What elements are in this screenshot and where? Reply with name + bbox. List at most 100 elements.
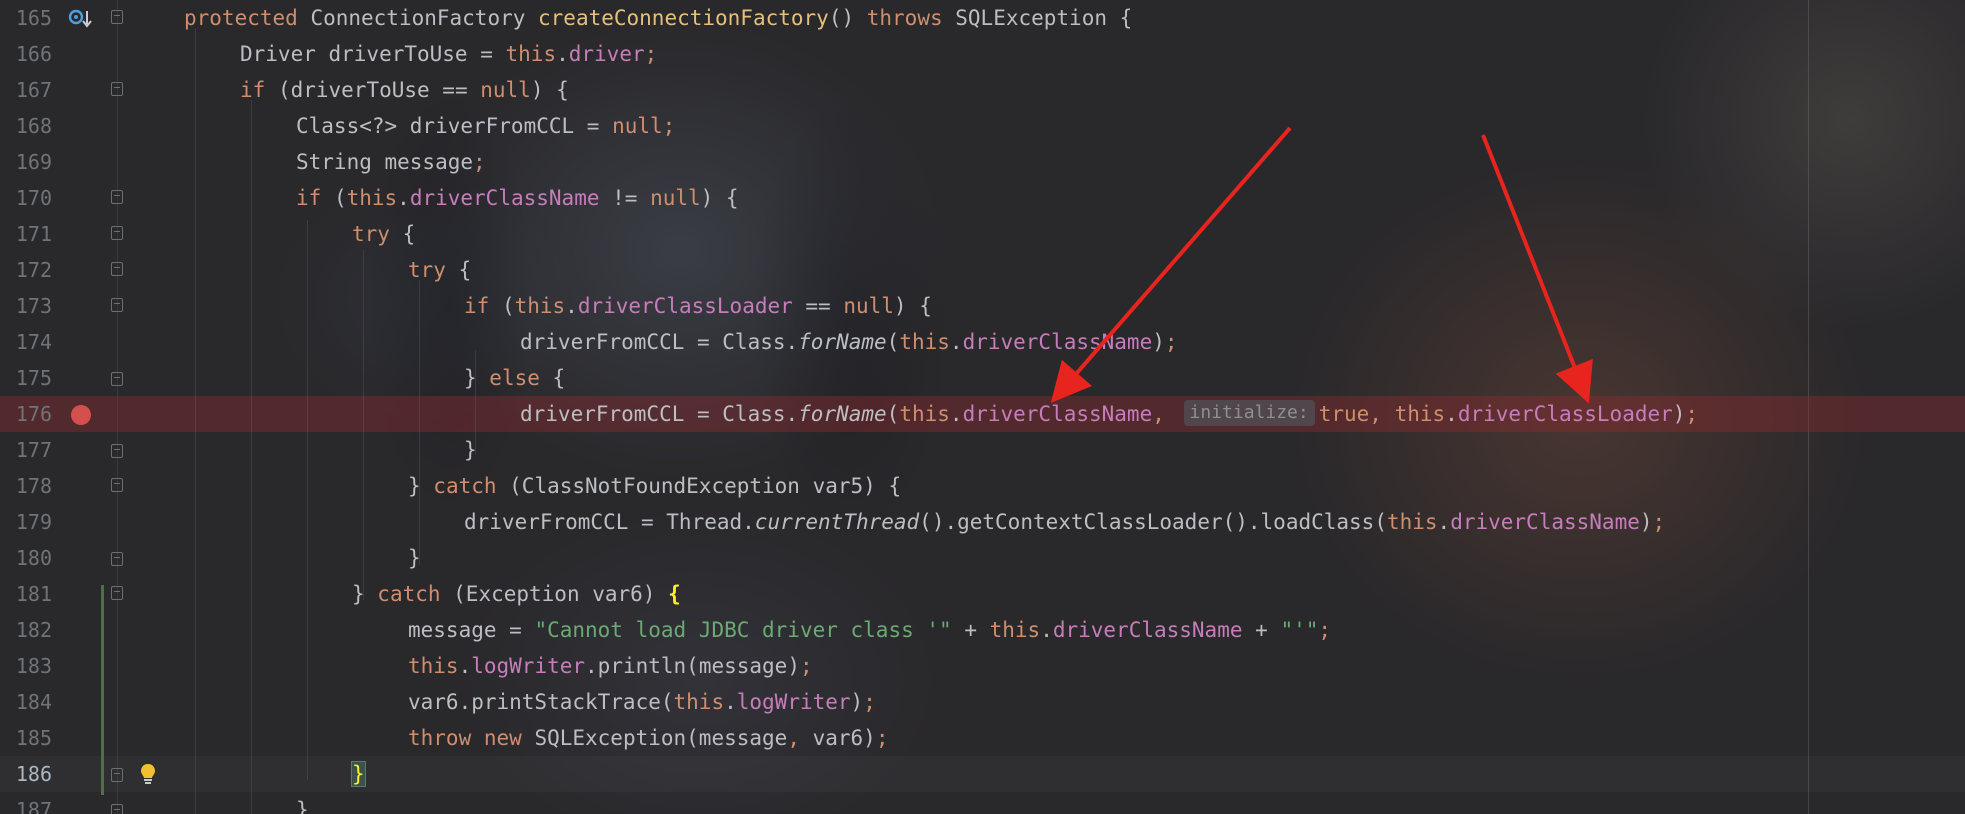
- code-line[interactable]: 170 if (this.driverClassName != null) {: [0, 180, 1965, 216]
- code-token: }: [296, 798, 309, 814]
- code-text[interactable]: Class<?> driverFromCCL = null;: [296, 108, 675, 144]
- line-number[interactable]: 166: [0, 36, 52, 72]
- fold-marker-icon[interactable]: [111, 552, 123, 566]
- code-text[interactable]: this.logWriter.println(message);: [408, 648, 813, 684]
- code-line[interactable]: 183 this.logWriter.println(message);: [0, 648, 1965, 684]
- fold-marker-icon[interactable]: [111, 262, 123, 276]
- code-line[interactable]: 173 if (this.driverClassLoader == null) {: [0, 288, 1965, 324]
- line-number[interactable]: 172: [0, 252, 52, 288]
- breakpoint-icon[interactable]: [71, 405, 91, 425]
- code-line[interactable]: 177}: [0, 432, 1965, 468]
- code-line[interactable]: 179 driverFromCCL = Thread.currentThread(…: [0, 504, 1965, 540]
- code-line[interactable]: 187}: [0, 792, 1965, 814]
- line-number[interactable]: 176: [0, 396, 52, 432]
- code-token: try: [408, 258, 459, 282]
- code-line[interactable]: 165 protected ConnectionFactory createCon…: [0, 0, 1965, 36]
- vcs-change-marker[interactable]: [101, 585, 104, 795]
- code-text[interactable]: } catch (ClassNotFoundException var5) {: [408, 468, 901, 504]
- line-number[interactable]: 182: [0, 612, 52, 648]
- code-token: try: [352, 222, 403, 246]
- line-number[interactable]: 174: [0, 324, 52, 360]
- code-token: ;: [1652, 510, 1666, 534]
- code-line[interactable]: 172 try {: [0, 252, 1965, 288]
- fold-marker-icon[interactable]: [111, 10, 123, 24]
- code-text[interactable]: driverFromCCL = Class.forName(this.drive…: [520, 396, 1698, 432]
- code-line[interactable]: 186}: [0, 756, 1965, 792]
- code-token: }: [408, 474, 434, 498]
- code-text[interactable]: try {: [408, 252, 471, 288]
- line-number[interactable]: 175: [0, 360, 52, 396]
- code-line[interactable]: 182 message = "Cannot load JDBC driver cl…: [0, 612, 1965, 648]
- code-line[interactable]: 184 var6.printStackTrace(this.logWriter);: [0, 684, 1965, 720]
- code-text[interactable]: throw new SQLException(message, var6);: [408, 720, 888, 756]
- code-text[interactable]: Driver driverToUse = this.driver;: [240, 36, 657, 72]
- code-text[interactable]: driverFromCCL = Thread.currentThread().g…: [464, 504, 1665, 540]
- fold-marker-icon[interactable]: [111, 82, 123, 96]
- line-number[interactable]: 179: [0, 504, 52, 540]
- code-line[interactable]: 176 driverFromCCL = Class.forName(this.dr…: [0, 396, 1965, 432]
- code-text[interactable]: driverFromCCL = Class.forName(this.drive…: [520, 324, 1178, 360]
- fold-marker-icon[interactable]: [111, 444, 123, 458]
- override-gutter-icon[interactable]: [68, 8, 94, 30]
- line-number[interactable]: 167: [0, 72, 52, 108]
- code-text[interactable]: if (this.driverClassLoader == null) {: [464, 288, 932, 324]
- line-number[interactable]: 173: [0, 288, 52, 324]
- line-number[interactable]: 184: [0, 684, 52, 720]
- line-number[interactable]: 169: [0, 144, 52, 180]
- code-token: SQLException {: [955, 6, 1133, 30]
- code-token: else: [489, 366, 553, 390]
- line-number[interactable]: 186: [0, 756, 52, 792]
- code-text[interactable]: if (this.driverClassName != null) {: [296, 180, 739, 216]
- fold-marker-icon[interactable]: [111, 586, 123, 600]
- code-line[interactable]: 174 driverFromCCL = Class.forName(this.dr…: [0, 324, 1965, 360]
- code-line[interactable]: 171 try {: [0, 216, 1965, 252]
- fold-marker-icon[interactable]: [111, 768, 123, 782]
- code-token: +: [1242, 618, 1281, 642]
- line-number[interactable]: 178: [0, 468, 52, 504]
- code-line[interactable]: 178 } catch (ClassNotFoundException var5)…: [0, 468, 1965, 504]
- code-token: ) {: [700, 186, 739, 210]
- line-number[interactable]: 187: [0, 792, 52, 814]
- code-line[interactable]: 180}: [0, 540, 1965, 576]
- code-editor[interactable]: 165 protected ConnectionFactory createCon…: [0, 0, 1965, 814]
- code-line[interactable]: 166 Driver driverToUse = this.driver;: [0, 36, 1965, 72]
- code-token: ;: [863, 690, 876, 714]
- code-text[interactable]: try {: [352, 216, 415, 252]
- code-line[interactable]: 181 } catch (Exception var6) {: [0, 576, 1965, 612]
- code-line[interactable]: 168 Class<?> driverFromCCL = null;: [0, 108, 1965, 144]
- fold-marker-icon[interactable]: [111, 804, 123, 814]
- code-text[interactable]: } catch (Exception var6) {: [352, 576, 681, 612]
- code-text[interactable]: }: [296, 792, 309, 814]
- code-text[interactable]: message = "Cannot load JDBC driver class…: [408, 612, 1331, 648]
- code-token: {: [402, 222, 416, 246]
- line-number[interactable]: 177: [0, 432, 52, 468]
- fold-marker-icon[interactable]: [111, 226, 123, 240]
- line-number[interactable]: 185: [0, 720, 52, 756]
- code-text[interactable]: String message;: [296, 144, 486, 180]
- fold-marker-icon[interactable]: [111, 478, 123, 492]
- line-number[interactable]: 183: [0, 648, 52, 684]
- code-token: this: [899, 402, 950, 426]
- lightbulb-icon[interactable]: [139, 763, 157, 785]
- code-token: {: [668, 582, 681, 606]
- fold-marker-icon[interactable]: [111, 372, 123, 386]
- line-number[interactable]: 181: [0, 576, 52, 612]
- code-token: catch: [377, 582, 454, 606]
- code-line[interactable]: 169 String message;: [0, 144, 1965, 180]
- code-text[interactable]: var6.printStackTrace(this.logWriter);: [408, 684, 876, 720]
- code-text[interactable]: protected ConnectionFactory createConnec…: [184, 0, 1132, 36]
- code-line[interactable]: 185 throw new SQLException(message, var6)…: [0, 720, 1965, 756]
- line-number[interactable]: 165: [0, 0, 52, 36]
- static-method-name: forName: [798, 330, 887, 354]
- code-text[interactable]: } else {: [464, 360, 565, 396]
- line-number[interactable]: 171: [0, 216, 52, 252]
- code-text[interactable]: }: [351, 756, 366, 792]
- line-number[interactable]: 180: [0, 540, 52, 576]
- fold-marker-icon[interactable]: [111, 298, 123, 312]
- line-number[interactable]: 168: [0, 108, 52, 144]
- code-text[interactable]: if (driverToUse == null) {: [240, 72, 569, 108]
- code-line[interactable]: 175 } else {: [0, 360, 1965, 396]
- line-number[interactable]: 170: [0, 180, 52, 216]
- code-line[interactable]: 167 if (driverToUse == null) {: [0, 72, 1965, 108]
- fold-marker-icon[interactable]: [111, 190, 123, 204]
